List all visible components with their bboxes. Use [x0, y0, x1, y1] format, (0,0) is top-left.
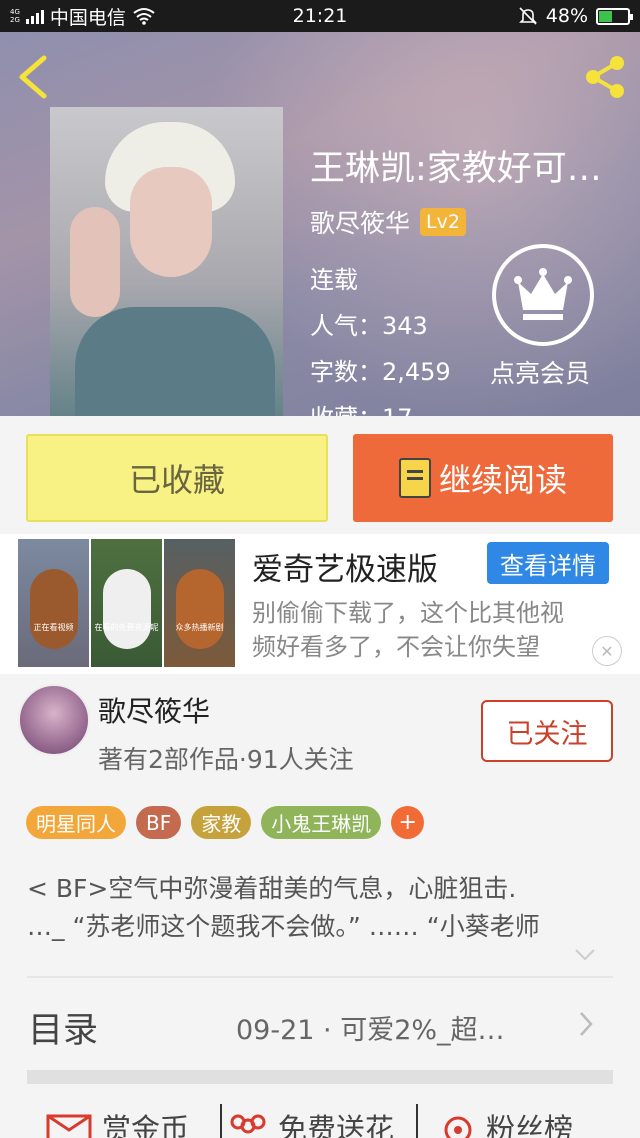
divider: [416, 1104, 418, 1138]
ad-banner[interactable]: 正在看视频 在看的免费资源呢 众多热播新剧 爱奇艺极速版 查看详情 别偷偷下载了…: [0, 534, 640, 674]
avatar[interactable]: [18, 684, 90, 756]
book-cover-image[interactable]: [50, 107, 283, 416]
send-flowers-button[interactable]: 免费送花: [228, 1106, 394, 1138]
vip-label[interactable]: 点亮会员: [490, 354, 590, 390]
envelope-icon: [46, 1114, 92, 1138]
continue-reading-button[interactable]: 继续阅读: [353, 434, 613, 522]
mute-bell-icon: [518, 7, 537, 25]
summary-line: …_ “苏老师这个题我不会做。” …… “小葵老师: [27, 912, 540, 941]
ad-thumbnail[interactable]: 正在看视频 在看的免费资源呢 众多热播新剧: [18, 539, 235, 667]
fans-ranking-label: 粉丝榜: [486, 1112, 574, 1138]
author-card-name[interactable]: 歌尽筱华: [98, 690, 210, 730]
share-icon[interactable]: [580, 52, 630, 102]
tag[interactable]: 小鬼王琳凯: [261, 806, 382, 839]
latest-chapter: 09-21 · 可爱2%_超…: [236, 1015, 505, 1046]
tag[interactable]: 明星同人: [26, 806, 126, 839]
popularity-count: 人气：343: [310, 312, 428, 340]
section-separator: [27, 1070, 613, 1084]
author-level-badge: Lv2: [420, 208, 466, 236]
table-of-contents-row[interactable]: 目录 09-21 · 可爱2%_超…: [0, 978, 640, 1070]
add-tag-button[interactable]: +: [391, 806, 425, 839]
book-icon: [398, 458, 431, 498]
wifi-icon: [133, 8, 155, 25]
favorites-count: 收藏：17: [310, 398, 413, 416]
crown-icon: [514, 268, 572, 320]
medal-icon: [444, 1116, 472, 1138]
book-header: 王琳凯:家教好可… 歌尽筱华 Lv2 连载 人气：343 字数：2,459 收藏…: [0, 32, 640, 416]
author-card-stats: 著有2部作品·91人关注: [98, 745, 354, 774]
chevron-right-icon: [580, 1012, 593, 1036]
carrier-name: 中国电信: [49, 6, 126, 29]
bottom-action-row: 赏金币 免费送花 粉丝榜: [0, 1096, 640, 1138]
ad-title: 爱奇艺极速版: [252, 552, 438, 588]
summary-line: < BF>空气中弥漫着甜美的气息，心脏狙击.: [27, 874, 517, 903]
vip-crown-button[interactable]: [492, 244, 594, 346]
ad-thumb-caption: 在看的免费资源呢: [94, 623, 159, 632]
word-count: 字数：2,459: [310, 358, 451, 386]
tag-list: 明星同人 BF 家教 小鬼王琳凯 +: [26, 806, 425, 839]
continue-reading-label: 继续阅读: [438, 461, 567, 499]
back-arrow-icon[interactable]: [14, 54, 54, 100]
ad-details-button[interactable]: 查看详情: [487, 542, 609, 584]
reward-coins-button[interactable]: 赏金币: [46, 1106, 189, 1138]
tag[interactable]: 家教: [191, 806, 252, 839]
tag[interactable]: BF: [136, 806, 182, 839]
serial-status: 连载: [310, 266, 358, 294]
fans-ranking-button[interactable]: 粉丝榜: [440, 1106, 573, 1138]
action-bar: 已收藏 继续阅读: [0, 416, 640, 534]
status-bar: 4G 2G 中国电信 21:21 48%: [0, 0, 640, 32]
favorited-label: 已收藏: [128, 461, 225, 499]
send-flowers-label: 免费送花: [278, 1112, 395, 1138]
ad-thumb-caption: 众多热播新剧: [175, 623, 224, 632]
ad-close-icon[interactable]: ✕: [592, 636, 622, 666]
book-title: 王琳凯:家教好可…: [310, 149, 602, 189]
flower-icon: [230, 1114, 266, 1134]
book-summary[interactable]: < BF>空气中弥漫着甜美的气息，心脏狙击. …_ “苏老师这个题我不会做。” …: [27, 870, 617, 946]
ad-description: 别偷偷下载了，这个比其他视 频好看多了，不会让你失望: [252, 599, 564, 661]
battery-percent: 48%: [545, 5, 588, 27]
ad-thumb-caption: 正在看视频: [33, 623, 74, 632]
author-card: 歌尽筱华 著有2部作品·91人关注 已关注: [0, 674, 640, 784]
book-author[interactable]: 歌尽筱华: [310, 204, 410, 240]
toc-label: 目录: [28, 1011, 99, 1051]
chevron-down-icon[interactable]: [574, 948, 596, 962]
divider: [220, 1104, 222, 1138]
network-type-indicator: 4G 2G: [10, 8, 20, 24]
favorited-button[interactable]: 已收藏: [26, 434, 328, 522]
signal-icon: [25, 8, 44, 24]
reward-coins-label: 赏金币: [102, 1112, 190, 1138]
following-button[interactable]: 已关注: [481, 700, 613, 762]
battery-icon: [596, 7, 633, 25]
